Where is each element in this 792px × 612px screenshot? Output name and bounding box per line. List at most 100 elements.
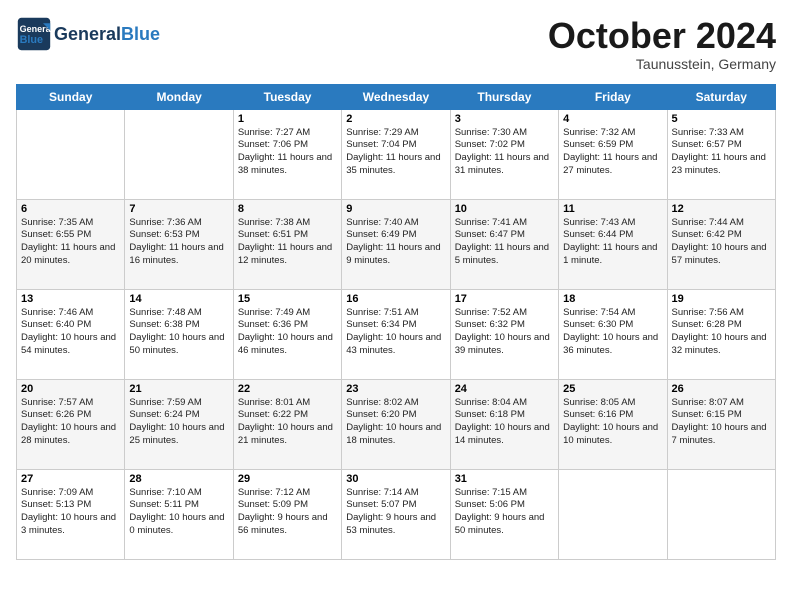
day-number: 16 [346,293,445,305]
calendar-week-1: 1Sunrise: 7:27 AM Sunset: 7:06 PM Daylig… [17,109,776,199]
day-number: 19 [672,293,771,305]
svg-text:Blue: Blue [20,34,43,46]
calendar-cell: 31 Sunrise: 7:15 AM Sunset: 5:06 PM Dayli… [450,469,558,559]
day-detail: Sunrise: 7:30 AM Sunset: 7:02 PM Dayligh… [455,127,554,178]
day-detail: Sunrise: 7:49 AM Sunset: 6:36 PM Dayligh… [238,307,337,358]
calendar-cell: 24 Sunrise: 8:04 AM Sunset: 6:18 PM Dayli… [450,379,558,469]
day-number: 23 [346,383,445,395]
day-detail: Sunrise: 7:41 AM Sunset: 6:47 PM Dayligh… [455,217,554,268]
calendar-cell: 19 Sunrise: 7:56 AM Sunset: 6:28 PM Dayli… [667,289,775,379]
header-thursday: Thursday [450,84,558,109]
calendar-cell: 23 Sunrise: 8:02 AM Sunset: 6:20 PM Dayli… [342,379,450,469]
day-number: 15 [238,293,337,305]
weekday-header-row: Sunday Monday Tuesday Wednesday Thursday… [17,84,776,109]
header-friday: Friday [559,84,667,109]
day-number: 26 [672,383,771,395]
day-detail: Sunrise: 7:51 AM Sunset: 6:34 PM Dayligh… [346,307,445,358]
day-number: 20 [21,383,120,395]
logo-text: GeneralBlue [54,24,160,45]
calendar-cell: 29Sunrise: 7:12 AM Sunset: 5:09 PM Dayli… [233,469,341,559]
calendar-cell [667,469,775,559]
day-number: 29 [238,473,337,485]
calendar-cell: 10 Sunrise: 7:41 AM Sunset: 6:47 PM Dayli… [450,199,558,289]
day-detail: Sunrise: 8:05 AM Sunset: 6:16 PM Dayligh… [563,397,662,448]
day-detail: Sunrise: 7:32 AM Sunset: 6:59 PM Dayligh… [563,127,662,178]
day-number: 2 [346,113,445,125]
day-number: 3 [455,113,554,125]
day-detail: Sunrise: 8:02 AM Sunset: 6:20 PM Dayligh… [346,397,445,448]
day-number: 27 [21,473,120,485]
day-detail: Sunrise: 7:40 AM Sunset: 6:49 PM Dayligh… [346,217,445,268]
day-number: 28 [129,473,228,485]
day-detail: Sunrise: 7:46 AM Sunset: 6:40 PM Dayligh… [21,307,120,358]
calendar-cell: 9 Sunrise: 7:40 AM Sunset: 6:49 PM Daylig… [342,199,450,289]
calendar-cell: 17Sunrise: 7:52 AM Sunset: 6:32 PM Dayli… [450,289,558,379]
header-monday: Monday [125,84,233,109]
day-number: 4 [563,113,662,125]
calendar-cell [559,469,667,559]
day-detail: Sunrise: 7:38 AM Sunset: 6:51 PM Dayligh… [238,217,337,268]
day-number: 17 [455,293,554,305]
day-detail: Sunrise: 7:54 AM Sunset: 6:30 PM Dayligh… [563,307,662,358]
calendar-body: 1Sunrise: 7:27 AM Sunset: 7:06 PM Daylig… [17,109,776,559]
calendar-cell: 20Sunrise: 7:57 AM Sunset: 6:26 PM Dayli… [17,379,125,469]
calendar-cell: 5Sunrise: 7:33 AM Sunset: 6:57 PM Daylig… [667,109,775,199]
day-number: 8 [238,203,337,215]
page-header: General Blue GeneralBlue October 2024 Ta… [16,16,776,72]
day-detail: Sunrise: 7:14 AM Sunset: 5:07 PM Dayligh… [346,487,445,538]
calendar-cell: 1Sunrise: 7:27 AM Sunset: 7:06 PM Daylig… [233,109,341,199]
day-detail: Sunrise: 8:04 AM Sunset: 6:18 PM Dayligh… [455,397,554,448]
calendar-cell: 8 Sunrise: 7:38 AM Sunset: 6:51 PM Daylig… [233,199,341,289]
day-number: 6 [21,203,120,215]
day-number: 10 [455,203,554,215]
day-detail: Sunrise: 7:09 AM Sunset: 5:13 PM Dayligh… [21,487,120,538]
day-detail: Sunrise: 7:36 AM Sunset: 6:53 PM Dayligh… [129,217,228,268]
day-number: 14 [129,293,228,305]
calendar-cell: 26Sunrise: 8:07 AM Sunset: 6:15 PM Dayli… [667,379,775,469]
calendar-cell: 22 Sunrise: 8:01 AM Sunset: 6:22 PM Dayli… [233,379,341,469]
calendar-cell: 6 Sunrise: 7:35 AM Sunset: 6:55 PM Daylig… [17,199,125,289]
day-detail: Sunrise: 7:29 AM Sunset: 7:04 PM Dayligh… [346,127,445,178]
calendar-cell: 28 Sunrise: 7:10 AM Sunset: 5:11 PM Dayli… [125,469,233,559]
calendar-table: Sunday Monday Tuesday Wednesday Thursday… [16,84,776,560]
day-detail: Sunrise: 7:56 AM Sunset: 6:28 PM Dayligh… [672,307,771,358]
calendar-cell: 27 Sunrise: 7:09 AM Sunset: 5:13 PM Dayli… [17,469,125,559]
day-detail: Sunrise: 7:10 AM Sunset: 5:11 PM Dayligh… [129,487,228,538]
logo-icon: General Blue [16,16,52,52]
day-number: 31 [455,473,554,485]
day-number: 24 [455,383,554,395]
calendar-week-3: 13 Sunrise: 7:46 AM Sunset: 6:40 PM Dayli… [17,289,776,379]
calendar-week-5: 27 Sunrise: 7:09 AM Sunset: 5:13 PM Dayli… [17,469,776,559]
header-saturday: Saturday [667,84,775,109]
day-detail: Sunrise: 7:44 AM Sunset: 6:42 PM Dayligh… [672,217,771,268]
calendar-cell: 15 Sunrise: 7:49 AM Sunset: 6:36 PM Dayli… [233,289,341,379]
day-number: 9 [346,203,445,215]
title-block: October 2024 Taunusstein, Germany [548,16,776,72]
calendar-cell: 12Sunrise: 7:44 AM Sunset: 6:42 PM Dayli… [667,199,775,289]
day-detail: Sunrise: 7:27 AM Sunset: 7:06 PM Dayligh… [238,127,337,178]
day-detail: Sunrise: 7:48 AM Sunset: 6:38 PM Dayligh… [129,307,228,358]
calendar-cell [17,109,125,199]
day-number: 7 [129,203,228,215]
day-detail: Sunrise: 7:35 AM Sunset: 6:55 PM Dayligh… [21,217,120,268]
header-sunday: Sunday [17,84,125,109]
month-title: October 2024 [548,16,776,56]
calendar-cell: 3 Sunrise: 7:30 AM Sunset: 7:02 PM Daylig… [450,109,558,199]
logo: General Blue GeneralBlue [16,16,160,52]
day-number: 13 [21,293,120,305]
day-detail: Sunrise: 7:59 AM Sunset: 6:24 PM Dayligh… [129,397,228,448]
calendar-cell: 16 Sunrise: 7:51 AM Sunset: 6:34 PM Dayli… [342,289,450,379]
calendar-week-2: 6 Sunrise: 7:35 AM Sunset: 6:55 PM Daylig… [17,199,776,289]
day-number: 30 [346,473,445,485]
calendar-cell: 11 Sunrise: 7:43 AM Sunset: 6:44 PM Dayli… [559,199,667,289]
calendar-cell: 30 Sunrise: 7:14 AM Sunset: 5:07 PM Dayli… [342,469,450,559]
day-number: 22 [238,383,337,395]
calendar-cell [125,109,233,199]
day-detail: Sunrise: 8:01 AM Sunset: 6:22 PM Dayligh… [238,397,337,448]
day-detail: Sunrise: 7:15 AM Sunset: 5:06 PM Dayligh… [455,487,554,538]
header-tuesday: Tuesday [233,84,341,109]
header-wednesday: Wednesday [342,84,450,109]
day-number: 11 [563,203,662,215]
day-detail: Sunrise: 7:43 AM Sunset: 6:44 PM Dayligh… [563,217,662,268]
day-number: 5 [672,113,771,125]
